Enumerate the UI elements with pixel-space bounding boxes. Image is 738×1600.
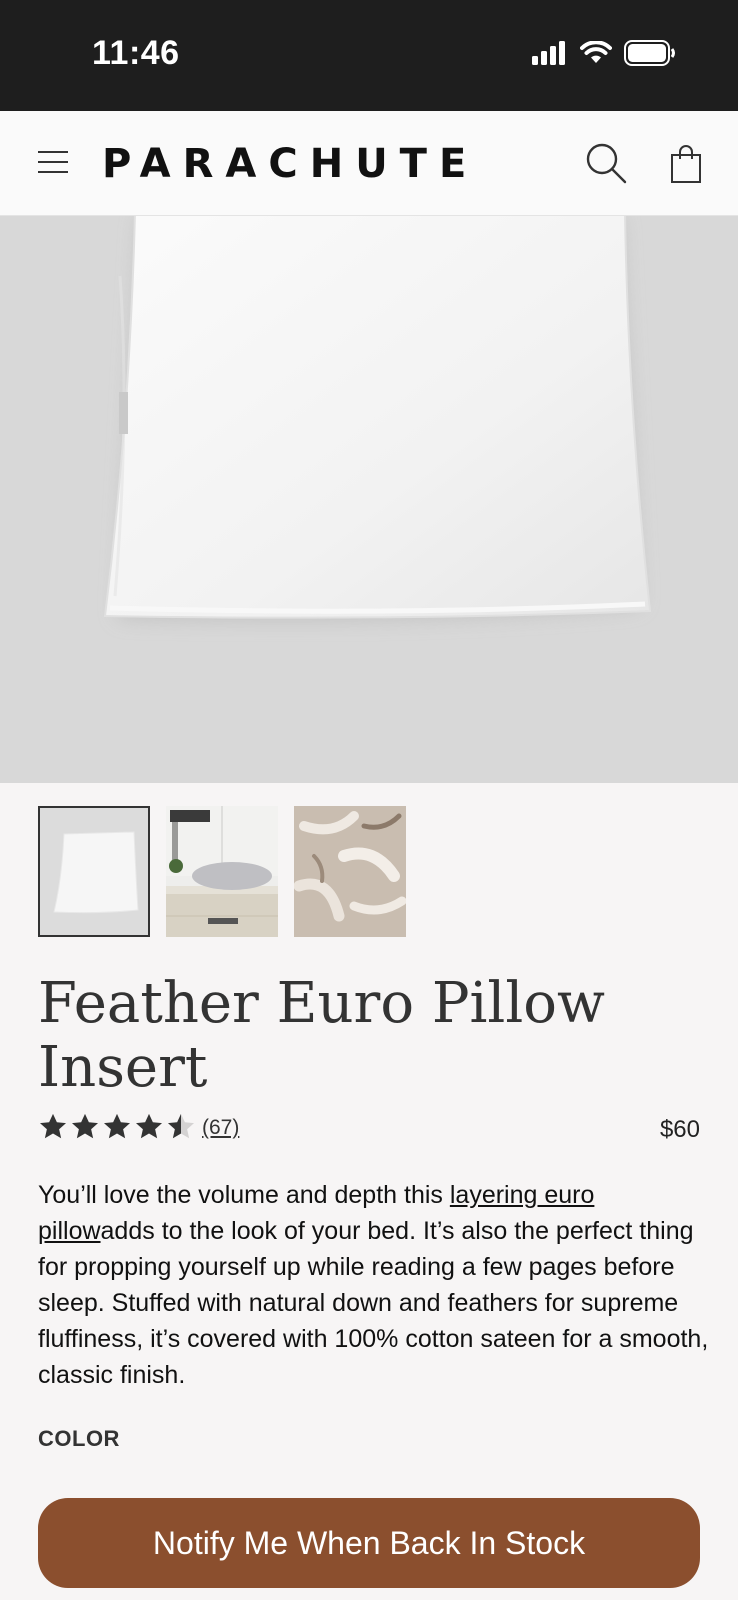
battery-icon xyxy=(624,40,675,66)
search-icon[interactable] xyxy=(584,141,628,185)
thumbnail-strip xyxy=(38,806,406,937)
status-time: 11:46 xyxy=(92,34,180,72)
product-hero-image[interactable] xyxy=(0,216,738,783)
star-icon xyxy=(40,1113,66,1139)
review-count-link[interactable]: (67) xyxy=(202,1116,239,1140)
site-header: PARACHUTE xyxy=(0,111,738,216)
star-icon xyxy=(136,1113,162,1139)
thumbnail-pillow-front[interactable] xyxy=(38,806,150,937)
product-price: $60 xyxy=(659,1116,700,1143)
description-suffix: adds to the look of your bed. It’s also … xyxy=(38,1217,709,1389)
rating-row: (67) $60 xyxy=(38,1112,700,1146)
status-bar: 11:46 xyxy=(0,0,738,111)
half-star-icon xyxy=(168,1113,194,1139)
status-icons xyxy=(532,40,676,66)
site-logo[interactable]: PARACHUTE xyxy=(102,141,478,187)
cellular-signal-icon xyxy=(532,41,565,65)
shopping-bag-icon[interactable] xyxy=(670,144,702,184)
description-prefix: You’ll love the volume and depth this xyxy=(38,1181,450,1209)
product-description: You’ll love the volume and depth this la… xyxy=(38,1177,710,1393)
star-icon xyxy=(72,1113,98,1139)
hamburger-menu-icon[interactable] xyxy=(36,149,70,175)
thumbnail-pillow-on-bed[interactable] xyxy=(166,806,278,937)
product-title: Feather Euro Pillow Insert xyxy=(38,971,605,1100)
thumbnail-feathers-closeup[interactable] xyxy=(294,806,406,937)
star-icon xyxy=(104,1113,130,1139)
star-rating[interactable] xyxy=(38,1112,196,1142)
color-label: COLOR xyxy=(38,1426,120,1451)
wifi-icon xyxy=(580,41,612,63)
notify-me-button[interactable]: Notify Me When Back In Stock xyxy=(38,1498,700,1588)
